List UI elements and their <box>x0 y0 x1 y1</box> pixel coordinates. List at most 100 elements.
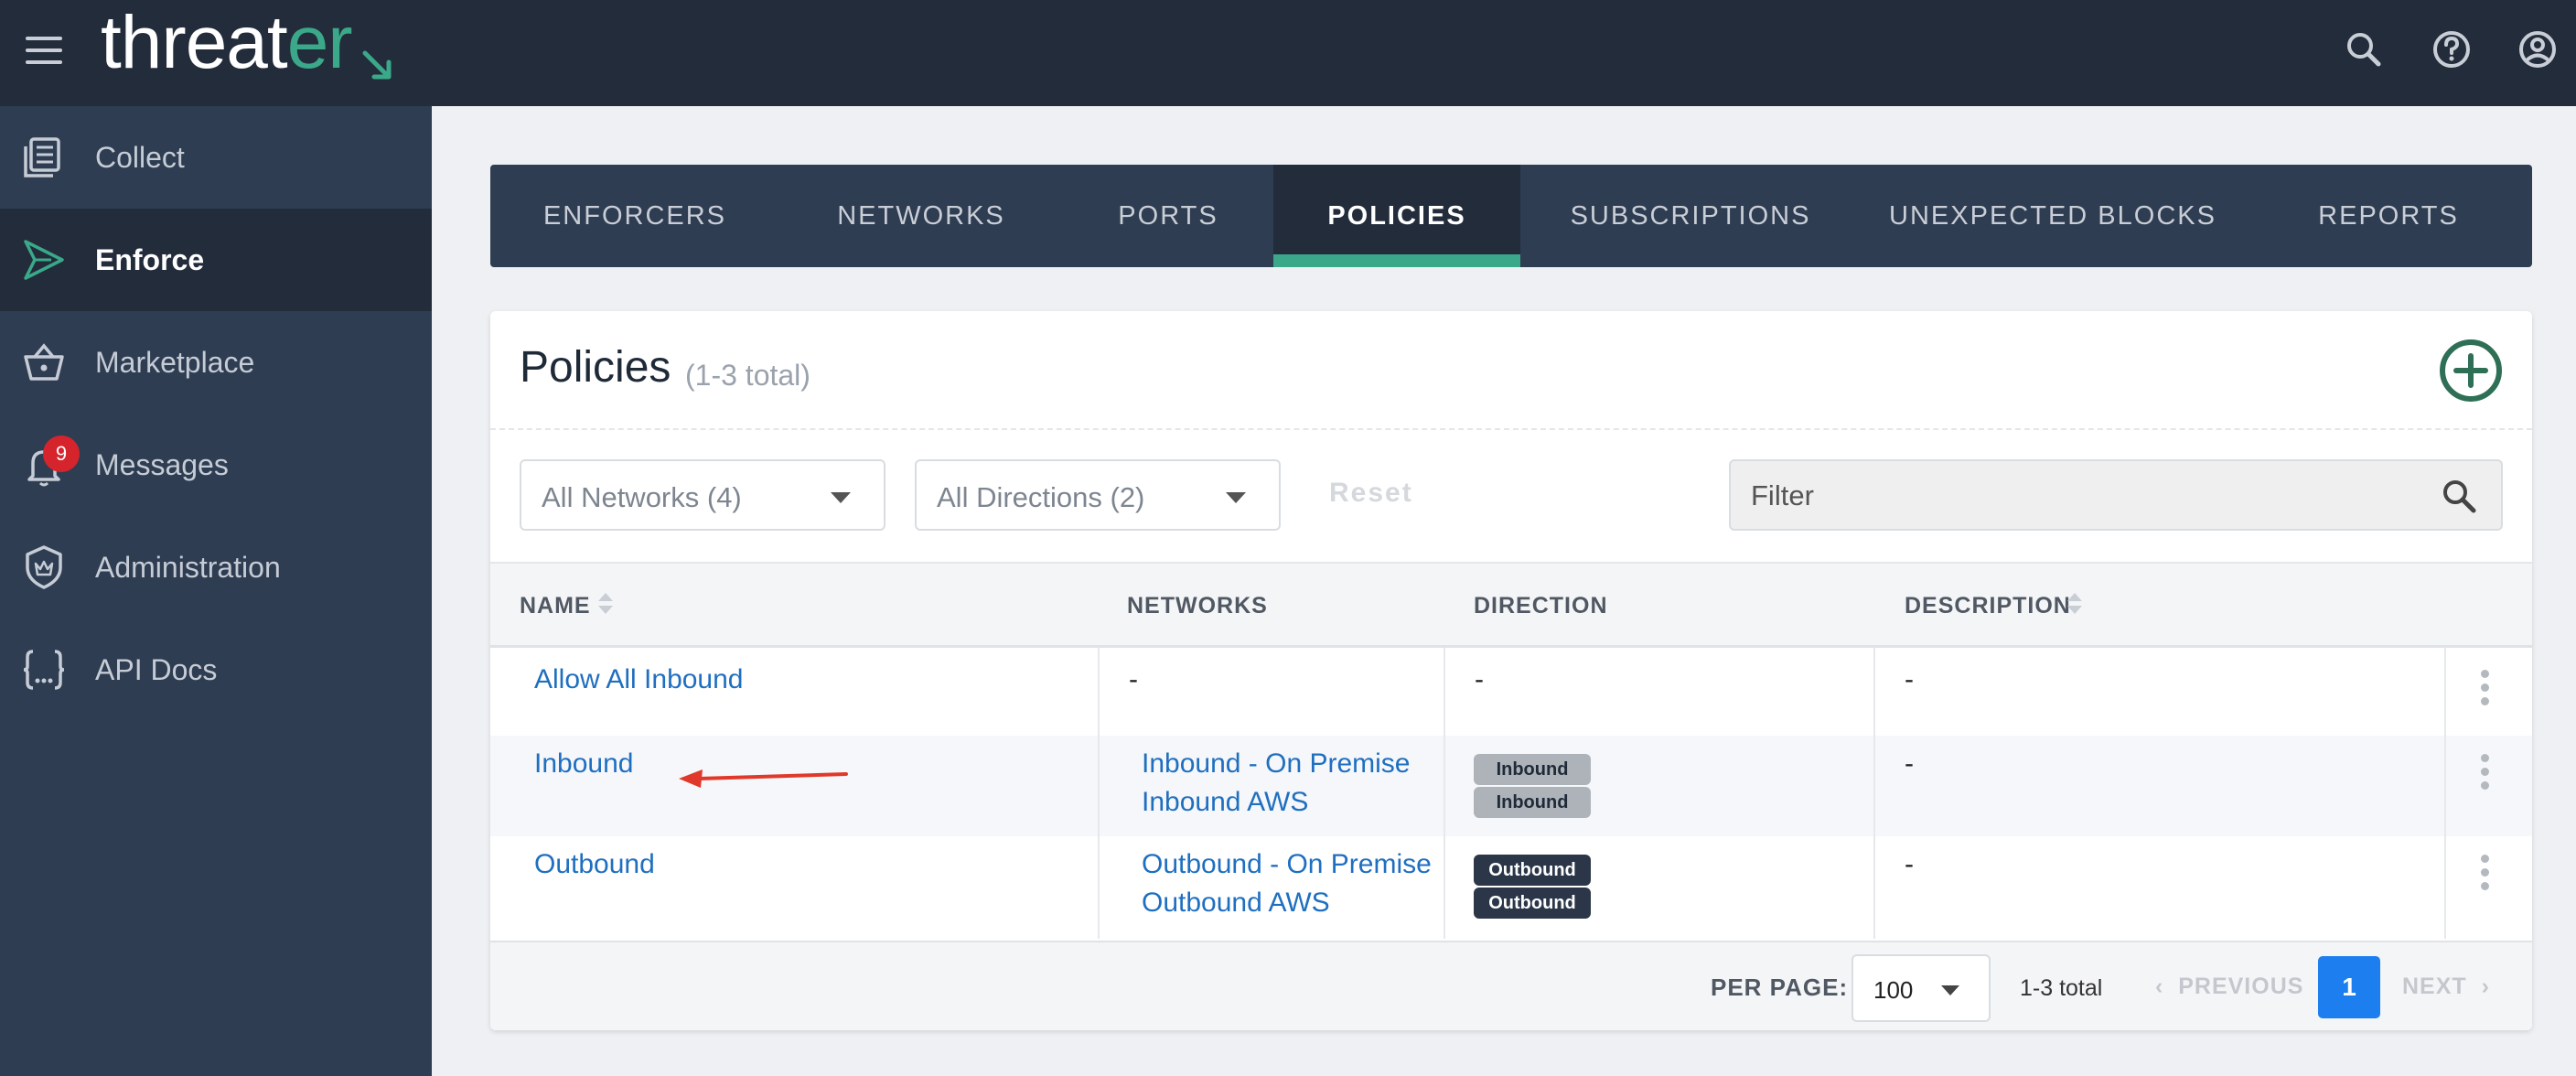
column-divider <box>1873 648 1875 939</box>
top-bar: threater <box>0 0 2576 106</box>
direction-cell: Outbound Outbound <box>1474 855 1591 920</box>
plus-circle-icon <box>2440 339 2502 402</box>
pagination-bar: PER PAGE: 100 1-3 total ‹ PREVIOUS 1 NEX… <box>490 941 2532 1030</box>
pagination-total: 1-3 total <box>2020 975 2103 1001</box>
description-cell: - <box>1905 849 1914 879</box>
filter-input[interactable] <box>1751 474 2446 518</box>
previous-label: PREVIOUS <box>2178 974 2304 999</box>
policies-card: Policies (1-3 total) All Networks (4) Al… <box>490 311 2532 1030</box>
column-divider <box>1444 648 1445 939</box>
logo-text-accent: er <box>286 1 353 84</box>
menu-icon[interactable] <box>26 37 62 66</box>
policy-name-link[interactable]: Outbound <box>534 845 655 884</box>
filter-field <box>1729 459 2503 531</box>
table-header: NAME NETWORKS DIRECTION DESCRIPTION <box>490 562 2532 648</box>
sidebar-item-label: Messages <box>95 447 229 481</box>
account-icon[interactable] <box>2514 26 2561 73</box>
directions-select[interactable]: All Directions (2) <box>915 459 1281 531</box>
reset-button[interactable]: Reset <box>1329 478 1413 509</box>
sidebar-item-label: Collect <box>95 140 185 174</box>
per-page-select[interactable]: 100 <box>1852 954 1991 1022</box>
basket-icon <box>20 339 68 386</box>
previous-button[interactable]: ‹ PREVIOUS <box>2155 974 2303 1000</box>
direction-tag: Inbound <box>1474 787 1591 818</box>
network-link[interactable]: Inbound AWS <box>1142 783 1308 822</box>
page-title: Policies <box>520 343 671 392</box>
row-menu-icon[interactable] <box>2481 855 2490 896</box>
tab-policies[interactable]: POLICIES <box>1273 165 1520 267</box>
column-header-direction: DIRECTION <box>1474 593 1608 619</box>
help-icon[interactable] <box>2428 26 2475 73</box>
sidebar: Collect Enforce Marketplace 9 Messages A… <box>0 106 432 1076</box>
table-row: Allow All Inbound - - - <box>490 648 2532 736</box>
description-cell: - <box>1905 664 1914 694</box>
per-page-value: 100 <box>1873 976 1914 1004</box>
column-header-networks: NETWORKS <box>1127 593 1268 619</box>
sidebar-item-label: API Docs <box>95 652 218 686</box>
row-menu-icon[interactable] <box>2481 754 2490 795</box>
column-header-description[interactable]: DESCRIPTION <box>1905 593 2071 619</box>
next-label: NEXT <box>2402 974 2467 999</box>
chevron-down-icon <box>1941 985 1959 995</box>
column-divider <box>2444 648 2446 939</box>
network-link[interactable]: Outbound - On Premise <box>1142 845 1432 884</box>
annotation-arrow-icon <box>679 769 848 788</box>
directions-select-value: All Directions (2) <box>937 481 1145 513</box>
sidebar-item-messages[interactable]: 9 Messages <box>0 414 432 516</box>
direction-tag: Outbound <box>1474 888 1591 919</box>
chevron-right-icon: › <box>2466 974 2490 999</box>
sidebar-item-marketplace[interactable]: Marketplace <box>0 311 432 414</box>
chevron-left-icon: ‹ <box>2155 974 2179 999</box>
braces-icon <box>20 646 68 694</box>
sidebar-item-enforce[interactable]: Enforce <box>0 209 432 311</box>
direction-cell: Inbound Inbound <box>1474 754 1591 820</box>
network-link[interactable]: Inbound - On Premise <box>1142 745 1410 783</box>
collect-icon <box>20 134 68 181</box>
tab-networks[interactable]: NETWORKS <box>779 165 1063 267</box>
search-icon[interactable] <box>2439 476 2479 516</box>
enforce-icon <box>20 236 68 284</box>
chevron-down-icon <box>1226 492 1246 503</box>
add-policy-button[interactable] <box>2439 339 2503 403</box>
sidebar-item-label: Marketplace <box>95 345 255 379</box>
next-button[interactable]: NEXT › <box>2402 974 2490 1000</box>
sidebar-item-collect[interactable]: Collect <box>0 106 432 209</box>
enforce-tabs: ENFORCERS NETWORKS PORTS POLICIES SUBSCR… <box>490 165 2532 267</box>
policy-name-link[interactable]: Allow All Inbound <box>534 661 744 699</box>
column-header-name[interactable]: NAME <box>520 593 591 619</box>
sort-icon[interactable] <box>2066 591 2082 620</box>
tab-enforcers[interactable]: ENFORCERS <box>490 165 779 267</box>
sidebar-item-label: Administration <box>95 550 281 584</box>
sidebar-item-api-docs[interactable]: API Docs <box>0 619 432 721</box>
sidebar-item-administration[interactable]: Administration <box>0 516 432 619</box>
header-divider <box>490 428 2532 430</box>
column-divider <box>1098 648 1100 939</box>
row-menu-icon[interactable] <box>2481 670 2490 711</box>
networks-select[interactable]: All Networks (4) <box>520 459 886 531</box>
networks-select-value: All Networks (4) <box>542 481 742 513</box>
threater-logo[interactable]: threater <box>101 1 392 93</box>
sort-icon[interactable] <box>596 591 613 620</box>
total-count: (1-3 total) <box>685 359 810 392</box>
logo-arrow-icon <box>362 50 392 80</box>
tab-reports[interactable]: REPORTS <box>2245 165 2532 267</box>
messages-count-badge: 9 <box>43 436 80 472</box>
logo-text-main: threat <box>101 1 288 84</box>
network-link[interactable]: Outbound AWS <box>1142 884 1330 922</box>
direction-tag: Outbound <box>1474 855 1591 886</box>
networks-cell: - <box>1129 664 1138 694</box>
direction-cell: - <box>1475 664 1484 694</box>
policy-name-link[interactable]: Inbound <box>534 745 633 783</box>
direction-tag: Inbound <box>1474 754 1591 785</box>
per-page-label: PER PAGE: <box>1711 974 1849 1001</box>
search-icon[interactable] <box>2340 26 2388 73</box>
shield-icon <box>20 543 68 591</box>
tab-unexpected-blocks[interactable]: UNEXPECTED BLOCKS <box>1861 165 2245 267</box>
tab-ports[interactable]: PORTS <box>1063 165 1273 267</box>
description-cell: - <box>1905 748 1914 779</box>
tab-subscriptions[interactable]: SUBSCRIPTIONS <box>1520 165 1861 267</box>
page-button-current[interactable]: 1 <box>2318 956 2380 1018</box>
chevron-down-icon <box>831 492 851 503</box>
sidebar-item-label: Enforce <box>95 242 205 276</box>
table-row: Outbound Outbound - On Premise Outbound … <box>490 836 2532 939</box>
